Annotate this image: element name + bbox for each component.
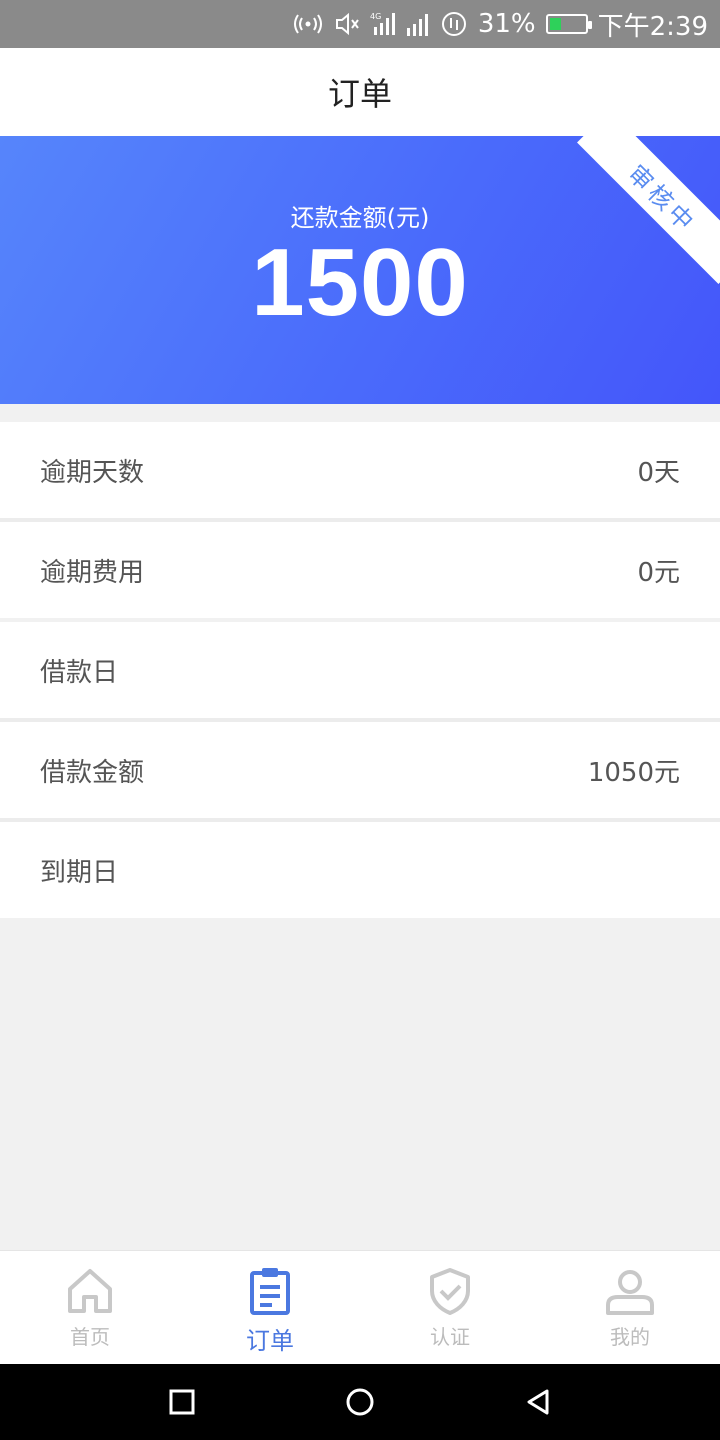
- shield-check-icon: [430, 1268, 470, 1315]
- repayment-banner: 还款金额(元) 1500 审核中: [0, 136, 720, 404]
- sync-icon: [440, 10, 468, 38]
- tab-bar: 首页 订单 认证 我的: [0, 1250, 720, 1364]
- tab-verify[interactable]: 认证: [360, 1251, 540, 1364]
- due-date-row: 到期日: [0, 822, 720, 918]
- tab-verify-label: 认证: [430, 1325, 470, 1349]
- overdue-days-label: 逾期天数: [40, 457, 145, 488]
- overdue-fee-label: 逾期费用: [40, 557, 145, 588]
- status-bar: 4G 31% 下午2:39: [0, 0, 720, 48]
- user-icon: [606, 1270, 654, 1315]
- order-icon: [250, 1268, 290, 1315]
- system-nav-bar: [0, 1364, 720, 1440]
- tab-order[interactable]: 订单: [180, 1251, 360, 1364]
- overdue-days-value: 0天: [637, 457, 680, 488]
- tab-home-label: 首页: [70, 1325, 110, 1349]
- loan-amount-row: 借款金额 1050元: [0, 722, 720, 818]
- overdue-group: 逾期天数 0天 逾期费用 0元: [0, 422, 720, 618]
- clock: 下午2:39: [597, 11, 708, 42]
- svg-text:4G: 4G: [370, 12, 381, 21]
- mute-icon: [334, 11, 360, 37]
- loan-date-label: 借款日: [40, 657, 119, 688]
- home-circle-icon[interactable]: [345, 1387, 375, 1417]
- home-icon: [68, 1269, 112, 1313]
- overdue-fee-value: 0元: [637, 557, 680, 588]
- battery-percent: 31%: [477, 9, 536, 39]
- overdue-days-row: 逾期天数 0天: [0, 422, 720, 518]
- page-title: 订单: [327, 75, 392, 113]
- signal-4g-icon: 4G: [370, 11, 396, 37]
- battery-icon: [545, 14, 592, 34]
- header: 订单: [0, 48, 720, 136]
- recents-icon[interactable]: [169, 1389, 195, 1415]
- back-icon[interactable]: [525, 1388, 551, 1416]
- hotspot-icon: [292, 12, 324, 36]
- due-date-label: 到期日: [40, 857, 119, 888]
- tab-order-label: 订单: [246, 1327, 294, 1355]
- loan-group: 借款日 借款金额 1050元 到期日: [0, 622, 720, 918]
- tab-mine[interactable]: 我的: [540, 1251, 720, 1364]
- signal-icon: [406, 12, 430, 36]
- tab-home[interactable]: 首页: [0, 1251, 180, 1364]
- overdue-fee-row: 逾期费用 0元: [0, 522, 720, 618]
- battery-level: [549, 18, 561, 30]
- loan-date-row: 借款日: [0, 622, 720, 718]
- repayment-amount: 1500: [251, 229, 469, 336]
- tab-mine-label: 我的: [610, 1325, 650, 1349]
- loan-amount-value: 1050元: [587, 757, 680, 788]
- loan-amount-label: 借款金额: [40, 757, 145, 788]
